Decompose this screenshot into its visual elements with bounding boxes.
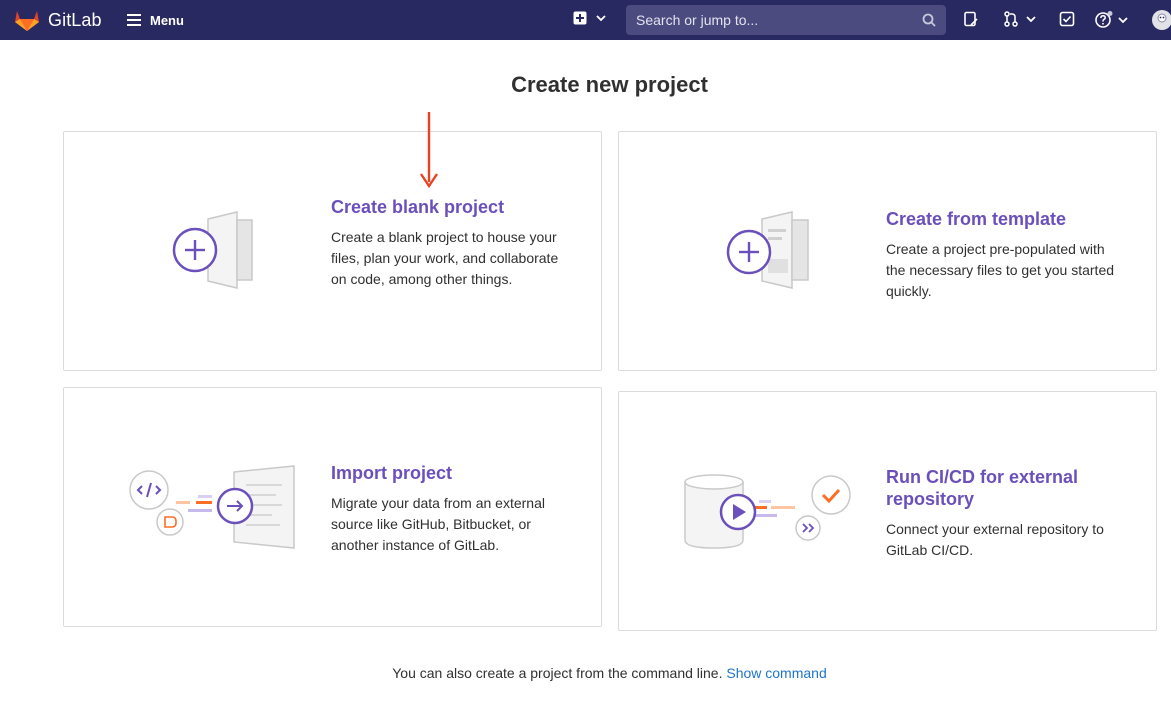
- search-placeholder: Search or jump to...: [636, 12, 759, 28]
- annotation-arrow-icon: [420, 112, 438, 189]
- create-from-template-title: Create from template: [886, 209, 1067, 229]
- run-cicd-external-repository-card[interactable]: Run CI/CD for external repository Connec…: [618, 391, 1157, 631]
- cicd-illustration-icon: [684, 474, 851, 549]
- help-icon: [1095, 11, 1113, 28]
- import-project-illustration-icon: [129, 465, 295, 549]
- todo-checkbox-icon: [1059, 11, 1075, 27]
- avatar-icon: [1152, 10, 1171, 30]
- issues-icon: [964, 11, 978, 27]
- create-blank-project-title: Create blank project: [331, 197, 505, 217]
- chevron-down-icon: [596, 15, 606, 22]
- chevron-down-icon: [1118, 17, 1128, 24]
- run-cicd-title: Run CI/CD for external repository: [886, 467, 1079, 509]
- top-navbar: GitLab Menu Search or jump to...: [0, 0, 1171, 40]
- show-command-link[interactable]: Show command: [726, 665, 826, 681]
- import-project-card[interactable]: Import project Migrate your data from an…: [63, 387, 602, 627]
- run-cicd-description: Connect your external repository to GitL…: [886, 521, 1104, 558]
- page-title: Create new project: [511, 72, 708, 97]
- create-from-template-description: Create a project pre-populated with the …: [886, 241, 1115, 299]
- gitlab-home-link[interactable]: GitLab: [14, 7, 102, 33]
- menu-button[interactable]: Menu: [126, 10, 184, 30]
- merge-request-icon: [1004, 11, 1018, 27]
- todos-button[interactable]: [1059, 11, 1075, 27]
- create-blank-project-card[interactable]: Create blank project Create a blank proj…: [63, 131, 602, 371]
- new-dropdown-button[interactable]: [573, 11, 607, 25]
- create-from-template-card[interactable]: Create from template Create a project pr…: [618, 131, 1157, 371]
- template-illustration-icon: [726, 211, 809, 289]
- command-line-hint-text: You can also create a project from the c…: [392, 665, 723, 681]
- issues-button[interactable]: [963, 11, 979, 27]
- plus-square-icon: [573, 11, 587, 25]
- brand-name: GitLab: [48, 9, 102, 30]
- search-input[interactable]: Search or jump to...: [626, 5, 946, 35]
- user-avatar[interactable]: [1151, 9, 1171, 31]
- merge-requests-button[interactable]: [1003, 11, 1037, 27]
- hamburger-icon: [127, 14, 141, 26]
- command-line-hint: You can also create a project from the c…: [0, 665, 1171, 681]
- search-icon: [922, 13, 936, 27]
- help-button[interactable]: [1095, 11, 1129, 29]
- chevron-down-icon: [1026, 16, 1036, 23]
- import-project-description: Migrate your data from an external sourc…: [331, 495, 545, 553]
- blank-project-illustration-icon: [172, 211, 253, 289]
- create-blank-project-description: Create a blank project to house your fil…: [331, 229, 559, 287]
- menu-label: Menu: [150, 12, 184, 28]
- gitlab-logo-icon: [15, 11, 39, 31]
- import-project-title: Import project: [331, 463, 453, 483]
